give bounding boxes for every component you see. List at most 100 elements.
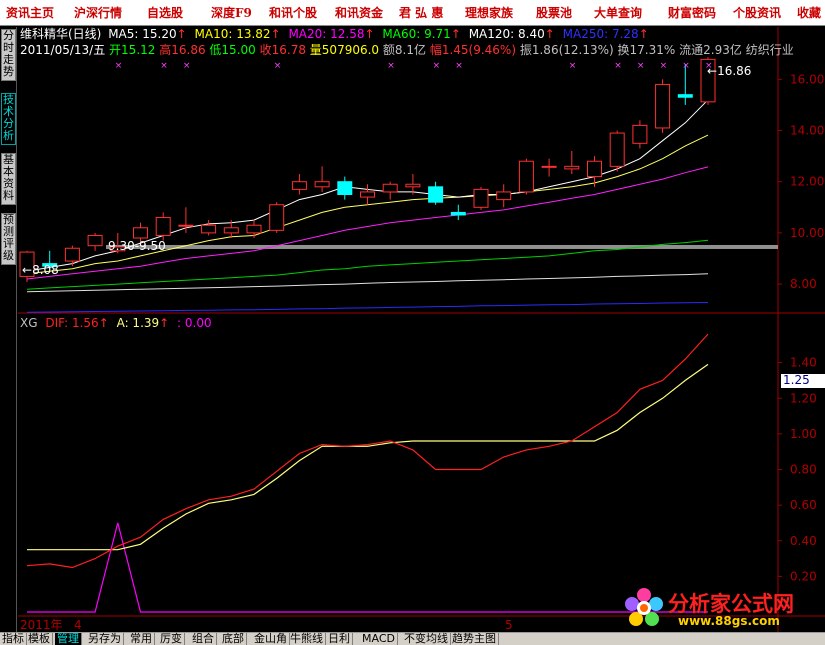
candle-body — [677, 94, 693, 98]
sub-y-tick-label-4: 0.60 — [790, 498, 817, 512]
price-low-arrow: ← — [22, 263, 33, 277]
float-cap: 流通2.93亿 — [679, 43, 742, 57]
ma120-line — [26, 273, 709, 293]
volume: 量507906.0 — [309, 43, 380, 57]
candle — [450, 204, 466, 221]
candle-body — [541, 165, 557, 168]
indicator-tab-9[interactable]: 牛熊线 — [288, 633, 326, 645]
dif-series-line — [26, 333, 709, 569]
side-tab-intraday[interactable]: 分时走势 — [1, 29, 16, 81]
candle — [428, 181, 444, 205]
signal-marker: × — [682, 61, 690, 71]
candle-body — [518, 160, 534, 193]
menu-favorites[interactable]: 收藏 — [797, 4, 821, 21]
candle-body — [155, 217, 171, 236]
indicator-tab-5[interactable]: 厉变 — [158, 633, 185, 645]
candle-body — [337, 181, 353, 195]
candle-body — [405, 183, 421, 188]
indicator-tab-6[interactable]: 组合 — [190, 633, 217, 645]
menu-stock[interactable]: 和讯个股 — [269, 4, 317, 21]
a_line-series-line — [27, 363, 709, 551]
menu-stock-pool[interactable]: 股票池 — [536, 4, 572, 21]
indicator-name: XG — [20, 316, 38, 330]
candle — [518, 158, 534, 195]
candle-body — [428, 186, 444, 203]
candle — [269, 202, 285, 233]
price-high-label: ←16.86 — [707, 65, 751, 78]
high-price: 高16.86 — [159, 43, 206, 57]
candle-body — [450, 211, 466, 216]
side-tab-fundamental[interactable]: 基本资料 — [1, 153, 16, 205]
amount: 额8.1亿 — [382, 43, 426, 57]
signal-marker: × — [637, 61, 645, 71]
candle-body — [587, 160, 602, 178]
main-y-tick-label-0: 16.00 — [790, 72, 824, 86]
flower-logo-icon — [625, 588, 663, 626]
ma60-up-arrow: ↑ — [450, 27, 461, 41]
x-month-label-2: 5 — [505, 618, 513, 632]
menu-watchlist[interactable]: 自选股 — [147, 4, 183, 21]
menu-wealth-code[interactable]: 财富密码 — [668, 4, 716, 21]
candle-body — [87, 234, 103, 247]
candle-body — [360, 191, 375, 198]
indicator-tab-2[interactable]: 管理 — [55, 633, 82, 645]
candle-body — [496, 191, 512, 201]
candle-body — [133, 227, 148, 239]
indicator-tab-13[interactable]: 趋势主图 — [450, 633, 499, 645]
side-tab-forecast[interactable]: 预测评级 — [1, 213, 16, 265]
menu-f9[interactable]: 深度F9 — [211, 4, 252, 21]
menu-info-home[interactable]: 资讯主页 — [6, 4, 54, 21]
signal-marker: × — [115, 61, 123, 71]
indicator-tab-4[interactable]: 常用 — [128, 633, 155, 645]
turnover: 换17.31% — [617, 43, 676, 57]
candle-body — [201, 224, 217, 234]
chart-area[interactable]: × × × × × × × × × × × × × 16.00 14.00 12.00 10.00 8.00 1.… — [18, 27, 825, 632]
ma10-label: MA10: 13.82 — [194, 27, 271, 41]
a-up-arrow: ↑ — [159, 316, 170, 330]
candle-body — [382, 183, 398, 193]
menu-big-order[interactable]: 大单查询 — [594, 4, 642, 21]
indicator-tab-0[interactable]: 指标 — [0, 633, 27, 645]
candle-body — [473, 188, 489, 208]
candle — [655, 79, 671, 134]
indicator-tab-bar: 指标 模板 管理 另存为 常用 厉变 组合 底部 金山角 牛熊线 日利 MACD 不变均线 趋势主图 — [0, 632, 825, 645]
main-y-tick-label-4: 8.00 — [790, 277, 817, 291]
menu-market[interactable]: 沪深行情 — [74, 4, 122, 21]
indicator-tab-3[interactable]: 另存为 — [86, 633, 124, 645]
indicator-tab-11[interactable]: MACD — [360, 633, 398, 645]
ma20-line — [26, 166, 709, 280]
signal-marker: × — [455, 61, 463, 71]
side-tab-technical[interactable]: 技术分析 — [1, 93, 16, 145]
indicator-tab-12[interactable]: 不变均线 — [402, 633, 451, 645]
dif-up-arrow: ↑ — [98, 316, 109, 330]
signal-marker: × — [183, 61, 191, 71]
indicator-tab-8[interactable]: 金山角 — [252, 633, 290, 645]
candle-body — [609, 132, 625, 167]
price-low-label: ←8.08 — [22, 264, 59, 277]
candle — [541, 158, 557, 177]
signal-marker: × — [614, 61, 622, 71]
main-header-line-1: 维科精华(日线) MA5: 15.20↑ MA10: 13.82↑ MA20: … — [20, 28, 649, 41]
close-price: 收16.78 — [259, 43, 306, 57]
menu-ideal-family[interactable]: 理想家族 — [465, 4, 513, 21]
candle — [632, 120, 648, 149]
low-price: 低15.00 — [209, 43, 256, 57]
menu-junhonghui[interactable]: 君 弘 惠 — [399, 4, 443, 21]
price-high-value: 16.86 — [717, 64, 752, 78]
sub-y-tick-label-5: 0.40 — [790, 534, 817, 548]
ma20-label: MA20: 12.58 — [288, 27, 365, 41]
open-price: 开15.12 — [109, 43, 156, 57]
menu-stock-news[interactable]: 个股资讯 — [733, 4, 781, 21]
signal-marker: × — [660, 61, 668, 71]
menu-fund[interactable]: 和讯资金 — [335, 4, 383, 21]
ma120-label: MA120: 8.40 — [468, 27, 545, 41]
ma250-label: MA250: 7.28 — [562, 27, 639, 41]
ma20-up-arrow: ↑ — [364, 27, 375, 41]
indicator-tab-7[interactable]: 底部 — [220, 633, 247, 645]
main-y-tick-label-2: 12.00 — [790, 175, 824, 189]
third-series-line — [27, 522, 708, 613]
indicator-tab-10[interactable]: 日利 — [326, 633, 353, 645]
signal-marker: × — [387, 61, 395, 71]
candle — [587, 156, 602, 187]
indicator-tab-1[interactable]: 模板 — [26, 633, 53, 645]
